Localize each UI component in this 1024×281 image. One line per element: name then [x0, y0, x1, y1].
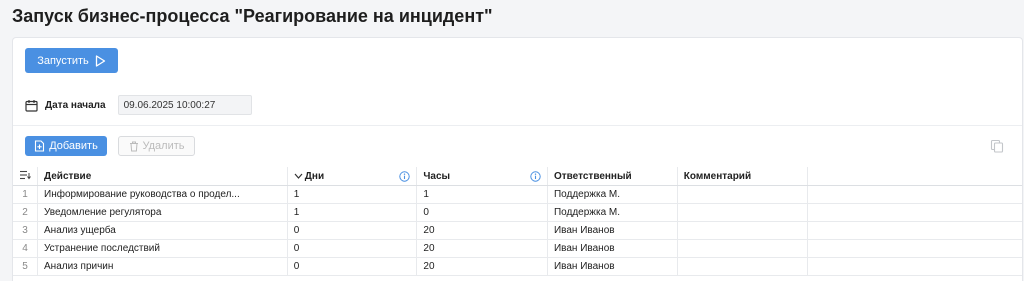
- cell-days[interactable]: 0: [287, 221, 418, 240]
- cell-responsible[interactable]: Иван Иванов: [547, 221, 678, 240]
- cell-responsible[interactable]: Поддержка М.: [547, 185, 678, 204]
- calendar-icon: [25, 99, 38, 112]
- row-number: 4: [13, 239, 38, 258]
- cell-action[interactable]: Устранение последствий: [37, 239, 288, 258]
- copy-icon: [990, 139, 1004, 153]
- table-row[interactable]: 2 Уведомление регулятора 1 0 Поддержка М…: [13, 203, 1022, 222]
- cell-comment[interactable]: [677, 185, 808, 204]
- copy-button[interactable]: [989, 138, 1005, 154]
- play-icon: [95, 54, 105, 67]
- cell-days[interactable]: 1: [287, 203, 418, 222]
- delete-button-label: Удалить: [142, 140, 185, 152]
- column-settings-icon: [20, 170, 31, 179]
- cell-days[interactable]: 0: [287, 239, 418, 258]
- cell-days[interactable]: 1: [287, 185, 418, 204]
- cell-empty: [807, 203, 1022, 222]
- cell-responsible[interactable]: Иван Иванов: [547, 257, 678, 276]
- start-date-input[interactable]: [117, 95, 252, 115]
- add-document-icon: [35, 140, 45, 152]
- cell-comment[interactable]: [677, 203, 808, 222]
- row-number: 1: [13, 185, 38, 204]
- page-title: Запуск бизнес-процесса "Реагирование на …: [12, 6, 493, 26]
- cell-hours[interactable]: 0: [416, 203, 548, 222]
- cell-empty: [807, 185, 1022, 204]
- column-settings-cell[interactable]: [13, 167, 38, 186]
- column-header-responsible[interactable]: Ответственный: [547, 167, 678, 186]
- cell-comment[interactable]: [677, 239, 808, 258]
- cell-responsible[interactable]: Поддержка М.: [547, 203, 678, 222]
- chevron-down-icon: [294, 173, 303, 179]
- table-row[interactable]: 5 Анализ причин 0 20 Иван Иванов: [13, 257, 1022, 276]
- cell-empty: [807, 257, 1022, 276]
- row-number: 2: [13, 203, 38, 222]
- row-number: 5: [13, 257, 38, 276]
- table-header-row: Действие Дни Часы Ответственный Коммента…: [13, 167, 1022, 186]
- run-button[interactable]: Запустить: [25, 48, 118, 73]
- delete-button[interactable]: Удалить: [118, 136, 195, 156]
- column-header-hours[interactable]: Часы: [416, 167, 548, 186]
- table-row[interactable]: 1 Информирование руководства о продел...…: [13, 185, 1022, 204]
- start-date-label: Дата начала: [45, 99, 106, 111]
- cell-action[interactable]: Анализ ущерба: [37, 221, 288, 240]
- process-panel: Запустить Дата начала Добавить Удалить: [12, 37, 1023, 281]
- add-button-label: Добавить: [49, 140, 98, 152]
- cell-hours[interactable]: 20: [416, 257, 548, 276]
- column-header-days-label: Дни: [304, 170, 325, 182]
- cell-hours[interactable]: 20: [416, 221, 548, 240]
- section-divider: [13, 125, 1022, 126]
- column-header-hours-label: Часы: [423, 170, 451, 182]
- trash-icon: [129, 141, 138, 151]
- info-icon[interactable]: [399, 170, 411, 182]
- cell-action[interactable]: Анализ причин: [37, 257, 288, 276]
- table-row[interactable]: 3 Анализ ущерба 0 20 Иван Иванов: [13, 221, 1022, 240]
- column-header-action[interactable]: Действие: [37, 167, 288, 186]
- column-header-empty: [807, 167, 1022, 186]
- table-row[interactable]: 4 Устранение последствий 0 20 Иван Ивано…: [13, 239, 1022, 258]
- cell-hours[interactable]: 20: [416, 239, 548, 258]
- actions-table: Действие Дни Часы Ответственный Коммента…: [13, 167, 1022, 276]
- add-button[interactable]: Добавить: [25, 136, 107, 156]
- cell-action[interactable]: Информирование руководства о продел...: [37, 185, 288, 204]
- cell-comment[interactable]: [677, 257, 808, 276]
- cell-action[interactable]: Уведомление регулятора: [37, 203, 288, 222]
- cell-hours[interactable]: 1: [416, 185, 548, 204]
- run-button-label: Запустить: [37, 54, 89, 67]
- cell-empty: [807, 221, 1022, 240]
- cell-comment[interactable]: [677, 221, 808, 240]
- info-icon[interactable]: [530, 170, 541, 182]
- cell-days[interactable]: 0: [287, 257, 418, 276]
- column-header-days[interactable]: Дни: [287, 167, 418, 186]
- cell-empty: [807, 239, 1022, 258]
- column-header-comment[interactable]: Комментарий: [677, 167, 808, 186]
- cell-responsible[interactable]: Иван Иванов: [547, 239, 678, 258]
- start-date-row: Дата начала: [25, 94, 252, 116]
- row-number: 3: [13, 221, 38, 240]
